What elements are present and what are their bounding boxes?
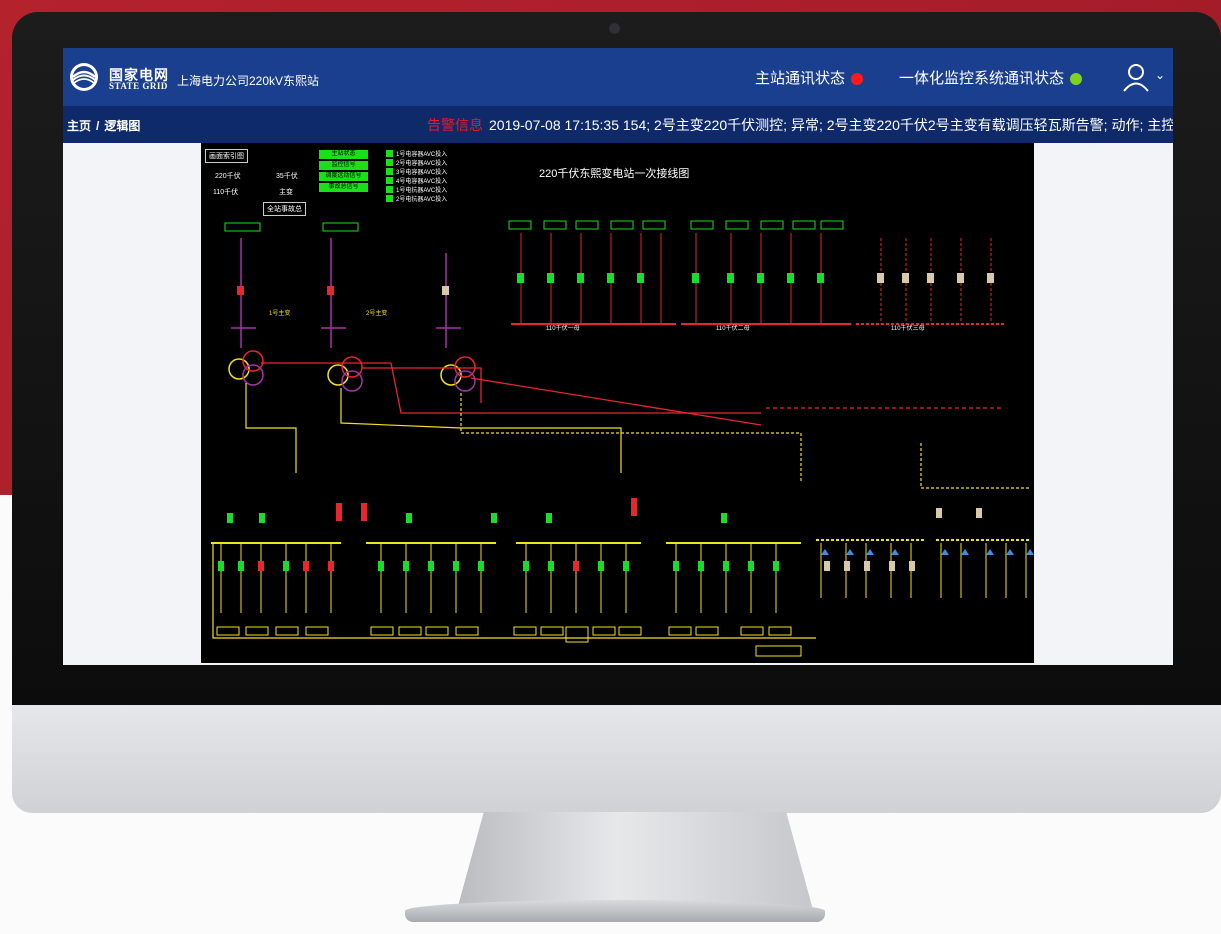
transformer-3 xyxy=(440,356,476,392)
label-frame xyxy=(322,222,359,232)
app-screen: 国家电网 STATE GRID 上海电力公司220kV东熙站 主站通讯状态 一体… xyxy=(63,48,1173,665)
single-line-diagram: 画面索引图 220千伏 35千伏 110千伏 主变 全站事故总 主站状态 监控信… xyxy=(201,143,1034,663)
state-grid-logo xyxy=(70,63,98,91)
transformer-1 xyxy=(228,350,264,386)
bus-110kv-links xyxy=(261,323,1006,426)
integrated-system-status: 一体化监控系统通讯状态 xyxy=(899,67,1083,88)
feeders-35kv xyxy=(220,543,1027,613)
user-icon[interactable] xyxy=(1121,62,1151,92)
main-station-status: 主站通讯状态 xyxy=(755,67,864,88)
alarm-ticker[interactable]: 告警信息 2019-07-08 17:15:35 154; 2号主变220千伏测控… xyxy=(427,115,1173,135)
alarm-label: 告警信息 xyxy=(427,117,483,133)
breaker-open xyxy=(237,286,244,295)
breadcrumb-home[interactable]: 主页 xyxy=(67,119,91,133)
chevron-markers-35kv xyxy=(821,549,1034,555)
bus-label-110-3: 110千伏三母 xyxy=(891,324,925,332)
breakers-110kv-unknown xyxy=(877,273,994,283)
bus-35kv-links xyxy=(211,383,1031,639)
feeder-label-frames xyxy=(508,220,844,230)
tx1-label: 1号主变 xyxy=(269,309,290,317)
transformer-2 xyxy=(327,356,363,392)
breadcrumb-current: 逻辑图 xyxy=(104,119,141,133)
app-header: 国家电网 STATE GRID 上海电力公司220kV东熙站 主站通讯状态 一体… xyxy=(63,48,1173,106)
breakers-35kv-open xyxy=(258,498,637,571)
station-title: 上海电力公司220kV东熙站 xyxy=(177,74,320,88)
camera-icon xyxy=(610,24,619,33)
bus-label-110-2: 110千伏二母 xyxy=(716,324,750,332)
bus-label-110-1: 110千伏一母 xyxy=(546,324,580,332)
breakers-110kv-closed xyxy=(517,273,824,283)
breadcrumb: 主页 / 逻辑图 xyxy=(67,117,145,134)
monitor-stand-base xyxy=(405,900,825,922)
status-red-indicator xyxy=(851,73,864,86)
breaker-unknown xyxy=(442,286,449,295)
breadcrumb-separator: / xyxy=(96,119,100,133)
main-content: 画面索引图 220千伏 35千伏 110千伏 主变 全站事故总 主站状态 监控信… xyxy=(63,143,1173,665)
feeders-110kv xyxy=(520,233,992,324)
alarm-message: 2019-07-08 17:15:35 154; 2号主变220千伏测控; 异常… xyxy=(489,117,1173,133)
monitor-chin xyxy=(12,705,1221,813)
integrated-status-label: 一体化监控系统通讯状态 xyxy=(899,70,1065,87)
tx2-label: 2号主变 xyxy=(366,309,387,317)
bottom-label-frames xyxy=(216,626,802,657)
sub-navigation-bar: 主页 / 逻辑图 告警信息 2019-07-08 17:15:35 154; 2号主变… xyxy=(63,106,1173,143)
bay-220kv xyxy=(231,238,461,348)
main-station-status-label: 主站通讯状态 xyxy=(755,70,846,87)
chevron-down-icon[interactable]: ⌄ xyxy=(1155,68,1165,82)
breaker-open xyxy=(327,286,334,295)
brand-name-en: STATE GRID xyxy=(109,81,168,91)
label-frame xyxy=(224,222,261,232)
status-green-indicator xyxy=(1070,73,1083,86)
wiring-canvas: 110千伏一母 110千伏二母 110千伏三母 1号主变 2号主变 xyxy=(211,220,1034,657)
